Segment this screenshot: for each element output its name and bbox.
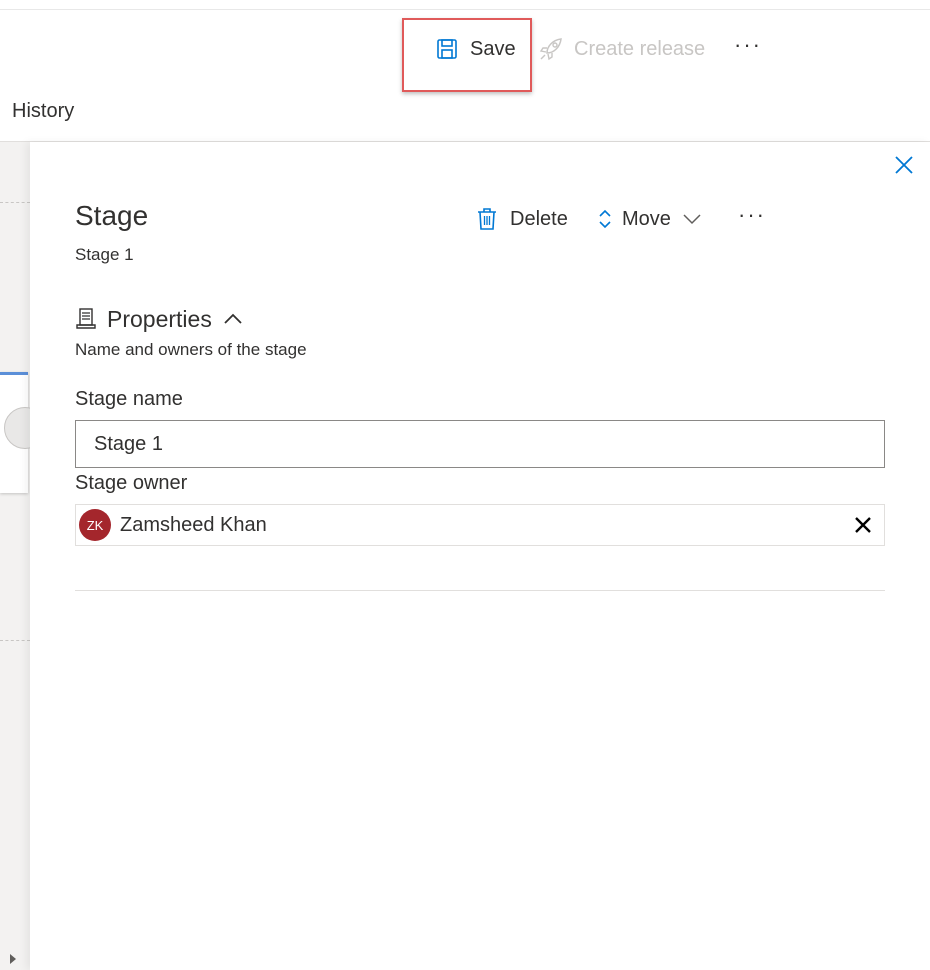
toolbar-more-button[interactable]: ··· <box>734 32 762 58</box>
properties-icon <box>76 308 96 329</box>
delete-label: Delete <box>510 207 568 230</box>
tab-history[interactable]: History <box>12 100 74 123</box>
save-button[interactable]: Save <box>436 34 516 64</box>
canvas-dashed-line <box>0 640 30 641</box>
chevron-down-icon <box>683 214 701 225</box>
panel-subtitle: Stage 1 <box>75 245 134 264</box>
panel-more-button[interactable]: ··· <box>738 202 766 228</box>
stage-owner-picker[interactable]: ZK Zamsheed Khan <box>75 504 885 546</box>
trash-icon <box>478 208 496 230</box>
toolbar: Save Create release ··· <box>0 10 930 92</box>
sort-arrows-icon <box>599 209 611 229</box>
stage-properties-panel: Stage Stage 1 Delete Move ··· Properties <box>30 142 930 970</box>
section-divider <box>75 590 885 591</box>
close-icon[interactable] <box>893 154 915 176</box>
create-release-label: Create release <box>574 37 706 60</box>
save-icon <box>437 39 457 59</box>
properties-description: Name and owners of the stage <box>75 340 307 359</box>
scroll-right-arrow-icon[interactable] <box>10 954 16 964</box>
canvas-dashed-line <box>0 202 30 203</box>
owner-name: Zamsheed Khan <box>120 514 267 536</box>
stage-owner-label: Stage owner <box>75 472 188 494</box>
properties-heading: Properties <box>107 305 212 332</box>
stage-name-input[interactable] <box>75 420 885 468</box>
panel-title: Stage <box>75 200 149 231</box>
create-release-button[interactable]: Create release <box>538 34 705 64</box>
delete-button[interactable]: Delete <box>476 204 568 234</box>
properties-section-toggle[interactable]: Properties <box>75 304 244 334</box>
move-label: Move <box>622 207 671 230</box>
remove-owner-icon[interactable] <box>852 514 874 536</box>
rocket-icon <box>539 38 562 61</box>
pipeline-canvas-edge <box>0 142 46 970</box>
chevron-up-icon <box>224 313 242 324</box>
save-label: Save <box>470 37 516 60</box>
avatar: ZK <box>79 509 111 541</box>
move-dropdown[interactable]: Move <box>598 204 703 234</box>
stage-name-label: Stage name <box>75 388 183 410</box>
